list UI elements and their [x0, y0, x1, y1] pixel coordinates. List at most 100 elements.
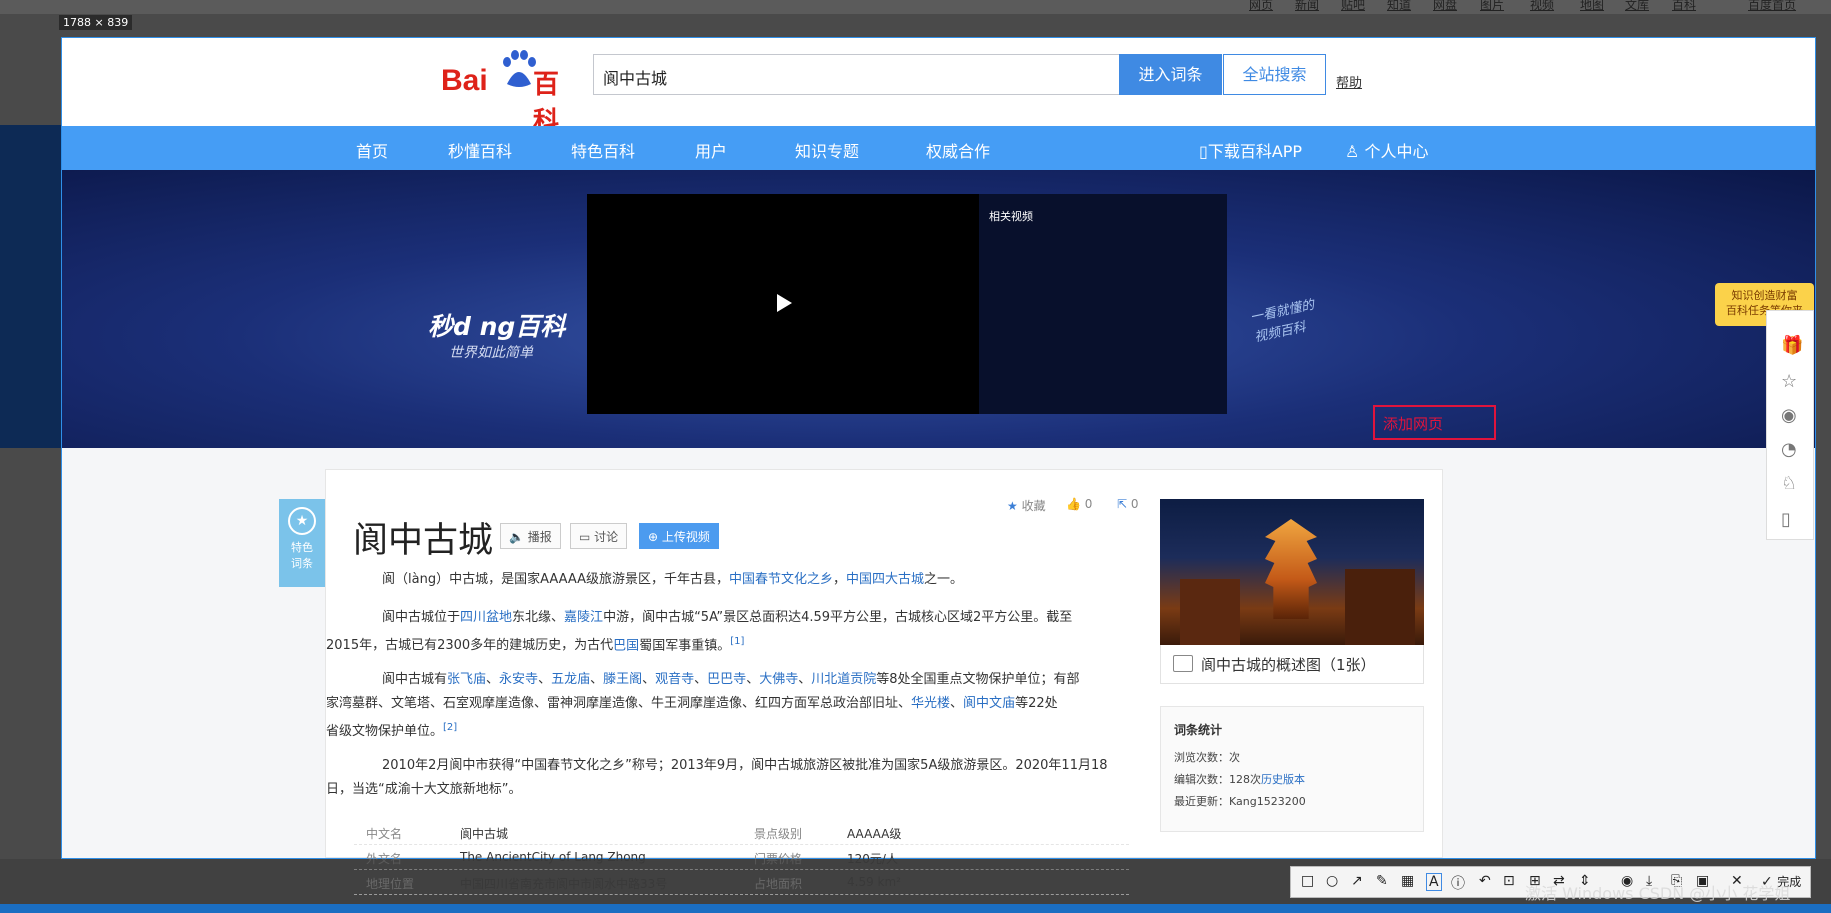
link-confucius-temple[interactable]: 阆中文庙 — [963, 696, 1015, 711]
related-videos-panel: 相关视频 — [979, 194, 1227, 414]
overview-photo[interactable] — [1160, 499, 1424, 645]
phone-icon: ▯ — [1199, 142, 1208, 161]
play-icon[interactable] — [777, 294, 792, 312]
stats-last-update: 最近更新：Kang1523200 — [1174, 795, 1306, 808]
text: 阆中古城位于 — [382, 610, 461, 625]
star-icon: ★ — [1007, 499, 1018, 513]
reference-1[interactable]: [1] — [730, 636, 744, 647]
plus-circle-icon: ⊕ — [648, 530, 659, 544]
right-share-rail: 🎁 ☆ ◉ ◔ ♘ ▯ — [1766, 310, 1814, 540]
pagoda-shape — [1265, 519, 1317, 619]
mosaic-tool-icon[interactable]: ▦ — [1401, 873, 1414, 889]
text: 、 — [950, 696, 964, 711]
help-link[interactable]: 帮助 — [1336, 72, 1362, 91]
stats-title: 词条统计 — [1174, 723, 1223, 737]
topnav-link[interactable]: 百科 — [1672, 0, 1696, 13]
wechat-icon[interactable]: ◔ — [1781, 439, 1797, 460]
weibo-icon[interactable]: ◉ — [1781, 405, 1797, 426]
link-spring-festival[interactable]: 中国春节文化之乡 — [729, 572, 833, 587]
text: 省级文物保护单位。 — [326, 724, 444, 740]
play-audio-button[interactable]: 🔈 播报 — [500, 523, 561, 549]
link-baba-temple[interactable]: 巴巴寺 — [707, 672, 746, 687]
user-center-link[interactable]: ♙ 个人中心 — [1345, 138, 1428, 162]
topnav-link[interactable]: 网页 — [1249, 0, 1273, 13]
dim-left-banner — [0, 125, 61, 448]
miaodong-brand: 秒d ng百科 — [428, 312, 566, 341]
text-tool-icon[interactable]: A — [1426, 873, 1442, 891]
main-nav: 首页 秒懂百科 特色百科 用户 知识专题 权威合作 ▯下载百科APP ♙ 个人中… — [62, 126, 1815, 170]
entry-title: 阆中古城 — [353, 521, 494, 561]
photo-caption[interactable]: 阆中古城的概述图（1张） — [1160, 645, 1424, 684]
site-search-button[interactable]: 全站搜索 — [1223, 54, 1326, 95]
text: 阆（làng）中古城，是国家AAAAA级旅游景区，千年古县， — [382, 572, 729, 587]
topnav-link[interactable]: 视频 — [1530, 0, 1554, 13]
topnav-link[interactable]: 贴吧 — [1341, 0, 1365, 13]
pin-icon[interactable]: ⊡ — [1503, 873, 1515, 889]
topnav-link[interactable]: 地图 — [1580, 0, 1604, 13]
nav-item-user[interactable]: 用户 — [695, 138, 727, 162]
site-header: Bai 百科 阆中古城 进入词条 全站搜索 帮助 — [62, 38, 1815, 137]
ellipse-tool-icon[interactable]: ○ — [1326, 873, 1338, 889]
nav-item-home[interactable]: 首页 — [356, 138, 388, 162]
link-four-ancient-cities[interactable]: 中国四大古城 — [846, 572, 924, 587]
qq-icon[interactable]: ♘ — [1781, 473, 1797, 494]
link-ba-state[interactable]: 巴国 — [613, 638, 639, 653]
feature-entry-tag[interactable]: ★ 特色 词条 — [279, 499, 325, 587]
info-key: 中文名 — [366, 827, 403, 841]
link-tengwang-pavilion[interactable]: 滕王阁 — [603, 672, 642, 687]
link-zhangfei-temple[interactable]: 张飞庙 — [447, 672, 486, 687]
topnav-link[interactable]: 百度首页 — [1748, 0, 1796, 13]
paragraph-4: 2010年2月阆中市获得“中国春节文化之乡”称号；2013年9月，阆中古城旅游区… — [326, 754, 1134, 802]
nav-item-partners[interactable]: 权威合作 — [926, 138, 990, 162]
nav-item-miaodong[interactable]: 秒懂百科 — [448, 138, 512, 162]
link-dafo-temple[interactable]: 大佛寺 — [759, 672, 798, 687]
link-huaguang-tower[interactable]: 华光楼 — [911, 696, 950, 711]
search-input[interactable]: 阆中古城 — [593, 54, 1119, 95]
info-value: 阆中古城 — [460, 827, 509, 841]
link-yongan-temple[interactable]: 永安寺 — [499, 672, 538, 687]
play-audio-label: 播报 — [527, 530, 552, 544]
upload-video-button[interactable]: ⊕ 上传视频 — [639, 523, 719, 549]
photo-caption-text: 阆中古城的概述图（1张） — [1201, 656, 1376, 674]
add-webpage-annotation[interactable]: 添加网页 — [1373, 405, 1496, 440]
topnav-link[interactable]: 知道 — [1387, 0, 1411, 13]
link-wulong-temple[interactable]: 五龙庙 — [551, 672, 590, 687]
reference-2[interactable]: [2] — [443, 722, 457, 733]
info-value: 中国四川省南充市阆中市阆水中路33号 — [460, 877, 668, 891]
chat-icon: ▭ — [579, 530, 591, 544]
video-banner: 秒d ng百科 世界如此简单 相关视频 一看就懂的 视频百科 添加网页 — [62, 170, 1815, 449]
rectangle-tool-icon[interactable]: □ — [1301, 873, 1314, 889]
discuss-button[interactable]: ▭ 讨论 — [570, 523, 628, 549]
building-shape — [1345, 569, 1415, 645]
info-tool-icon[interactable]: ⓘ — [1451, 873, 1465, 893]
download-app-link[interactable]: ▯下载百科APP — [1199, 138, 1302, 162]
feature-tag-line1: 特色 — [291, 541, 313, 554]
link-sichuan-basin[interactable]: 四川盆地 — [460, 610, 512, 625]
mobile-icon[interactable]: ▯ — [1781, 509, 1791, 530]
link-gongyuan[interactable]: 川北道贡院 — [811, 672, 876, 687]
topnav-link[interactable]: 图片 — [1480, 0, 1504, 13]
share-action[interactable]: ⇱ 0 — [1117, 497, 1139, 511]
undo-icon[interactable]: ↶ — [1479, 873, 1491, 889]
baike-logo[interactable]: Bai 百科 — [441, 50, 577, 137]
gift-icon[interactable]: 🎁 — [1781, 335, 1803, 356]
topnav-link[interactable]: 新闻 — [1295, 0, 1319, 13]
paragraph-3: 阆中古城有张飞庙、永安寺、五龙庙、滕王阁、观音寺、巴巴寺、大佛寺、川北道贡院等8… — [326, 672, 1080, 740]
link-jialing-river[interactable]: 嘉陵江 — [564, 610, 603, 625]
building-shape — [1180, 579, 1240, 645]
video-player[interactable] — [587, 194, 979, 414]
miaodong-slogan: 世界如此简单 — [449, 345, 533, 361]
star-icon[interactable]: ☆ — [1781, 371, 1797, 392]
nav-item-topics[interactable]: 知识专题 — [795, 138, 859, 162]
pen-tool-icon[interactable]: ✎ — [1376, 873, 1388, 889]
text: 日，当选“成渝十大文旅新地标”。 — [326, 782, 522, 797]
like-action[interactable]: 👍 0 — [1066, 497, 1092, 511]
history-versions-link[interactable]: 历史版本 — [1261, 773, 1305, 786]
collect-action[interactable]: ★ 收藏 — [1007, 497, 1046, 514]
link-guanyin-temple[interactable]: 观音寺 — [655, 672, 694, 687]
topnav-link[interactable]: 网盘 — [1433, 0, 1457, 13]
topnav-link[interactable]: 文库 — [1625, 0, 1649, 13]
enter-entry-button[interactable]: 进入词条 — [1119, 54, 1222, 95]
arrow-tool-icon[interactable]: ↗ — [1351, 873, 1363, 889]
nav-item-special[interactable]: 特色百科 — [571, 138, 635, 162]
